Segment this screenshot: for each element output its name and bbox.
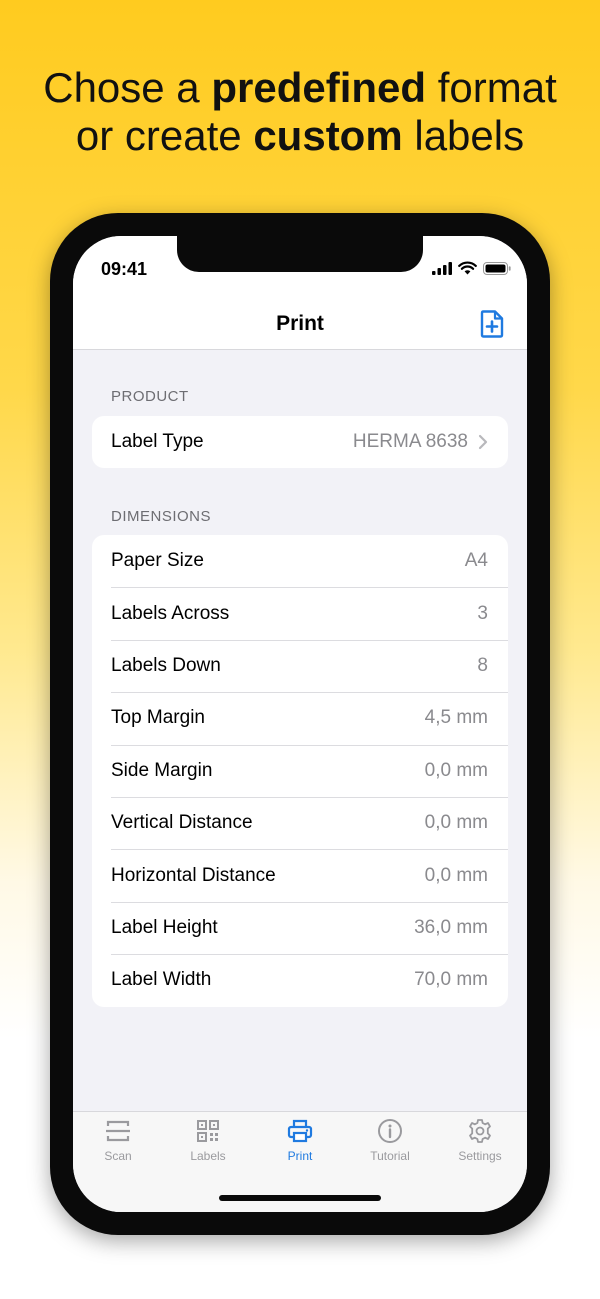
dimension-value: 4,5 mm	[424, 707, 488, 729]
dimension-row-vertical-distance[interactable]: Vertical Distance 0,0 mm	[92, 796, 508, 849]
dimension-label: Horizontal Distance	[111, 864, 276, 886]
label-type-label: Label Type	[111, 431, 204, 453]
dimension-label: Vertical Distance	[111, 812, 253, 834]
tab-settings[interactable]: Settings	[435, 1118, 525, 1163]
battery-icon	[483, 261, 511, 275]
dimensions-group: Paper Size A4 Labels Across 3 Labels Dow…	[92, 535, 508, 1007]
label-type-value: HERMA 8638	[352, 431, 468, 453]
dimension-label: Top Margin	[111, 707, 205, 729]
qr-code-icon	[197, 1120, 219, 1142]
add-document-button[interactable]	[479, 310, 505, 338]
label-type-value-wrap: HERMA 8638	[353, 431, 488, 453]
page-title: Print	[276, 312, 324, 335]
tab-label: Settings	[458, 1149, 502, 1163]
dimension-value: A4	[464, 550, 488, 572]
tab-print[interactable]: Print	[255, 1118, 345, 1163]
dimension-value: 3	[477, 602, 488, 624]
dimension-row-label-height[interactable]: Label Height 36,0 mm	[92, 901, 508, 954]
tab-scan[interactable]: Scan	[73, 1118, 163, 1163]
add-document-icon	[480, 310, 504, 338]
tab-tutorial[interactable]: Tutorial	[345, 1118, 435, 1163]
dimension-value: 8	[477, 654, 488, 676]
wifi-icon	[458, 261, 477, 275]
dimension-row-side-margin[interactable]: Side Margin 0,0 mm	[92, 744, 508, 797]
scan-icon	[106, 1120, 130, 1142]
dimension-row-labels-down[interactable]: Labels Down 8	[92, 639, 508, 692]
headline: Chose a predefined format or create cust…	[0, 64, 600, 160]
dimension-row-horizontal-distance[interactable]: Horizontal Distance 0,0 mm	[92, 849, 508, 901]
tab-label: Labels	[190, 1149, 226, 1163]
gear-icon	[469, 1119, 491, 1143]
phone-screen: 09:41 Print PRODUCT Label Type HERMA 863…	[73, 236, 527, 1212]
dimension-row-paper-size[interactable]: Paper Size A4	[92, 535, 508, 587]
notch	[177, 236, 423, 272]
status-icons	[432, 261, 511, 275]
dimension-value: 0,0 mm	[424, 812, 488, 834]
printer-icon	[287, 1119, 313, 1143]
tab-labels[interactable]: Labels	[163, 1118, 253, 1163]
dimension-label: Paper Size	[111, 550, 204, 572]
tab-label: Scan	[104, 1149, 132, 1163]
info-icon	[378, 1119, 402, 1143]
home-indicator	[219, 1195, 381, 1201]
dimension-value: 0,0 mm	[424, 759, 488, 781]
tab-label: Print	[287, 1149, 313, 1163]
dimension-row-top-margin[interactable]: Top Margin 4,5 mm	[92, 692, 508, 744]
dimension-row-label-width[interactable]: Label Width 70,0 mm	[92, 954, 508, 1006]
dimension-value: 0,0 mm	[424, 864, 488, 886]
product-group: Label Type HERMA 8638	[92, 416, 508, 469]
dimension-value: 70,0 mm	[414, 969, 488, 991]
label-type-row[interactable]: Label Type HERMA 8638	[92, 416, 508, 468]
tab-label: Tutorial	[370, 1149, 410, 1163]
dimension-value: 36,0 mm	[414, 916, 488, 938]
dimension-label: Label Height	[111, 916, 218, 938]
dimension-label: Side Margin	[111, 759, 213, 781]
chevron-right-icon	[478, 435, 488, 450]
status-time: 09:41	[101, 259, 148, 279]
headline-line-2: or create custom labels	[75, 112, 525, 159]
dimension-label: Label Width	[111, 969, 212, 991]
section-header-product: PRODUCT	[111, 388, 189, 405]
dimension-label: Labels Across	[111, 602, 230, 624]
section-header-dimensions: DIMENSIONS	[111, 508, 212, 525]
navigation-bar: Print	[73, 300, 527, 350]
dimension-row-labels-across[interactable]: Labels Across 3	[92, 587, 508, 639]
headline-line-1: Chose a predefined format	[43, 64, 557, 111]
signal-icon	[432, 261, 452, 275]
dimension-label: Labels Down	[111, 654, 221, 676]
